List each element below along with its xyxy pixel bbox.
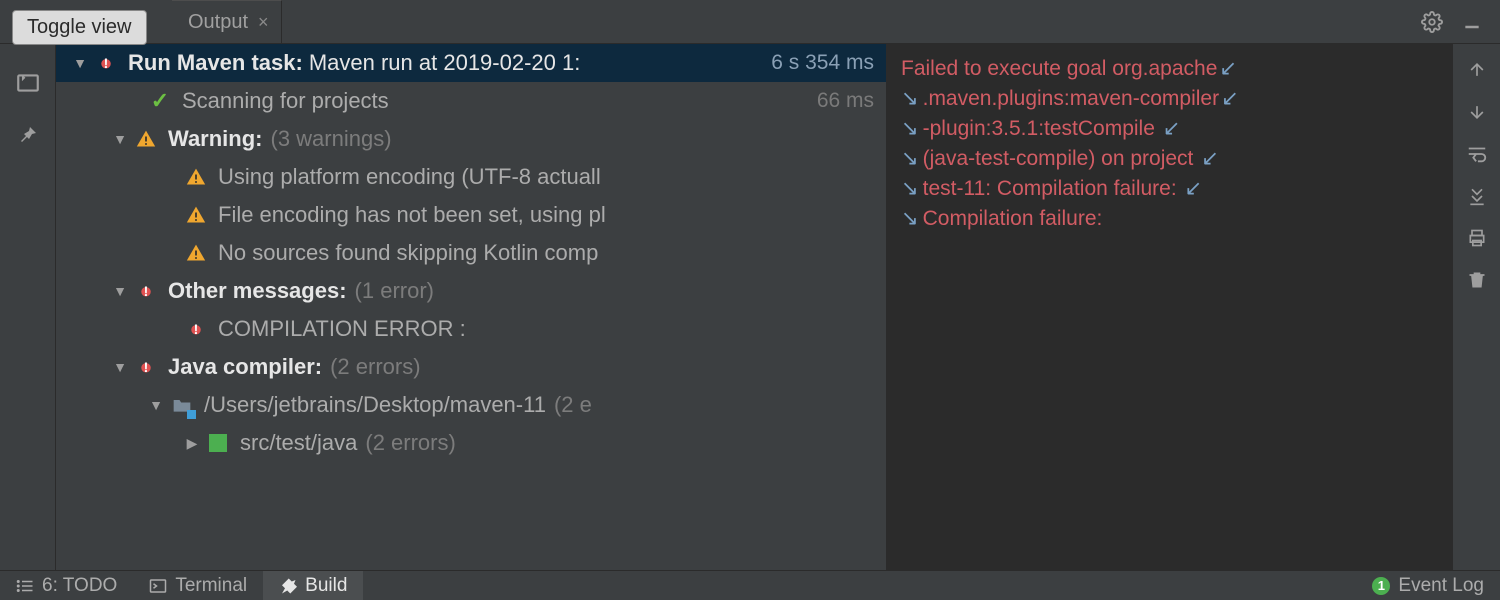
- tree-root-run-maven[interactable]: Run Maven task: Maven run at 2019-02-20 …: [56, 44, 886, 82]
- console-line: -plugin:3.5.1:testCompile: [923, 117, 1161, 140]
- tree-label: Other messages:: [168, 278, 347, 304]
- package-icon: [206, 431, 230, 455]
- tree-item-warning-child[interactable]: File encoding has not been set, using pl: [56, 196, 886, 234]
- tooltip-toggle-view: Toggle view: [12, 10, 147, 45]
- tree-item-path[interactable]: /Users/jetbrains/Desktop/maven-11 (2 e: [56, 386, 886, 424]
- soft-wrap-icon: [1221, 84, 1239, 114]
- toggle-view-icon[interactable]: [13, 68, 43, 98]
- statusbar-label: Event Log: [1398, 575, 1484, 597]
- statusbar-build[interactable]: Build: [263, 571, 363, 600]
- warning-icon: [184, 165, 208, 189]
- tree-count: (2 e: [554, 392, 592, 418]
- tree-label: Scanning for projects: [182, 88, 389, 114]
- scroll-to-end-icon[interactable]: [1463, 182, 1491, 210]
- tree-count: (2 errors): [330, 354, 420, 380]
- warning-icon: [134, 127, 158, 151]
- tree-label: Java compiler:: [168, 354, 322, 380]
- minimize-icon[interactable]: [1458, 8, 1486, 36]
- tree-item-warning-child[interactable]: Using platform encoding (UTF-8 actuall: [56, 158, 886, 196]
- console-line: .maven.plugins:maven-compiler: [923, 87, 1219, 110]
- tree-item-warning[interactable]: Warning: (3 warnings): [56, 120, 886, 158]
- chevron-down-icon[interactable]: [112, 283, 128, 299]
- statusbar-label: Build: [305, 575, 347, 597]
- warning-icon: [184, 241, 208, 265]
- folder-icon: [170, 393, 194, 417]
- tree-label: Warning:: [168, 126, 263, 152]
- tree-item-warning-child[interactable]: No sources found skipping Kotlin comp: [56, 234, 886, 272]
- arrow-up-icon[interactable]: [1463, 56, 1491, 84]
- tool-window-header: Output ×: [0, 0, 1500, 44]
- pin-icon[interactable]: [13, 120, 43, 150]
- soft-wrap-icon: [1201, 144, 1219, 174]
- error-icon: [134, 355, 158, 379]
- tree-label: COMPILATION ERROR :: [218, 316, 466, 342]
- status-bar: 6: TODO Terminal Build 1 Event Log: [0, 570, 1500, 600]
- tree-label: Run Maven task:: [128, 50, 303, 76]
- warning-icon: [184, 203, 208, 227]
- tree-item-compilation-error[interactable]: COMPILATION ERROR :: [56, 310, 886, 348]
- tab-output[interactable]: Output ×: [172, 0, 282, 44]
- gear-icon[interactable]: [1418, 8, 1446, 36]
- tree-timing: 66 ms: [817, 89, 874, 113]
- soft-wrap-icon: [1185, 174, 1203, 204]
- error-icon: [94, 51, 118, 75]
- event-count-badge: 1: [1372, 577, 1390, 595]
- statusbar-event-log[interactable]: 1 Event Log: [1372, 575, 1500, 597]
- console-line: (java-test-compile) on project: [923, 147, 1200, 170]
- tree-label: No sources found skipping Kotlin comp: [218, 240, 598, 266]
- tree-item-other[interactable]: Other messages: (1 error): [56, 272, 886, 310]
- chevron-down-icon[interactable]: [148, 397, 164, 413]
- tree-label: Using platform encoding (UTF-8 actuall: [218, 164, 601, 190]
- tree-label: /Users/jetbrains/Desktop/maven-11: [204, 392, 546, 418]
- chevron-down-icon[interactable]: [72, 55, 88, 71]
- build-tree: Run Maven task: Maven run at 2019-02-20 …: [56, 44, 886, 570]
- console-line: Failed to execute goal org.apache: [901, 57, 1217, 80]
- statusbar-terminal[interactable]: Terminal: [133, 571, 263, 600]
- tree-count: (1 error): [355, 278, 434, 304]
- console-line: Compilation failure:: [923, 207, 1103, 230]
- soft-wrap-icon: [1219, 54, 1237, 84]
- tabs-area: Output ×: [0, 0, 1418, 44]
- tree-item-java-compiler[interactable]: Java compiler: (2 errors): [56, 348, 886, 386]
- print-icon[interactable]: [1463, 224, 1491, 252]
- check-icon: ✓: [148, 89, 172, 113]
- chevron-right-icon[interactable]: [184, 435, 200, 452]
- console-output[interactable]: Failed to execute goal org.apache .maven…: [886, 44, 1452, 570]
- error-icon: [184, 317, 208, 341]
- soft-wrap-icon: [901, 204, 919, 234]
- error-icon: [134, 279, 158, 303]
- tree-count: (2 errors): [365, 430, 455, 456]
- tree-label: src/test/java: [240, 430, 357, 456]
- soft-wrap-toggle-icon[interactable]: [1463, 140, 1491, 168]
- close-icon[interactable]: ×: [258, 12, 269, 33]
- statusbar-label: Terminal: [175, 575, 247, 597]
- chevron-down-icon[interactable]: [112, 131, 128, 147]
- arrow-down-icon[interactable]: [1463, 98, 1491, 126]
- statusbar-label: 6: TODO: [42, 575, 117, 597]
- trash-icon[interactable]: [1463, 266, 1491, 294]
- tree-detail: Maven run at 2019-02-20 1:: [309, 50, 581, 76]
- tab-label: Output: [188, 11, 248, 34]
- chevron-down-icon[interactable]: [112, 359, 128, 375]
- right-gutter: [1452, 44, 1500, 570]
- soft-wrap-icon: [901, 144, 919, 174]
- tree-item-scanning[interactable]: ✓ Scanning for projects 66 ms: [56, 82, 886, 120]
- tree-label: File encoding has not been set, using pl: [218, 202, 606, 228]
- soft-wrap-icon: [1163, 114, 1181, 144]
- tree-count: (3 warnings): [271, 126, 392, 152]
- soft-wrap-icon: [901, 84, 919, 114]
- tree-item-src[interactable]: src/test/java (2 errors): [56, 424, 886, 462]
- left-gutter: [0, 44, 56, 570]
- soft-wrap-icon: [901, 114, 919, 144]
- tree-timing: 6 s 354 ms: [771, 51, 874, 75]
- soft-wrap-icon: [901, 174, 919, 204]
- statusbar-todo[interactable]: 6: TODO: [0, 571, 133, 600]
- console-line: test-11: Compilation failure:: [923, 177, 1183, 200]
